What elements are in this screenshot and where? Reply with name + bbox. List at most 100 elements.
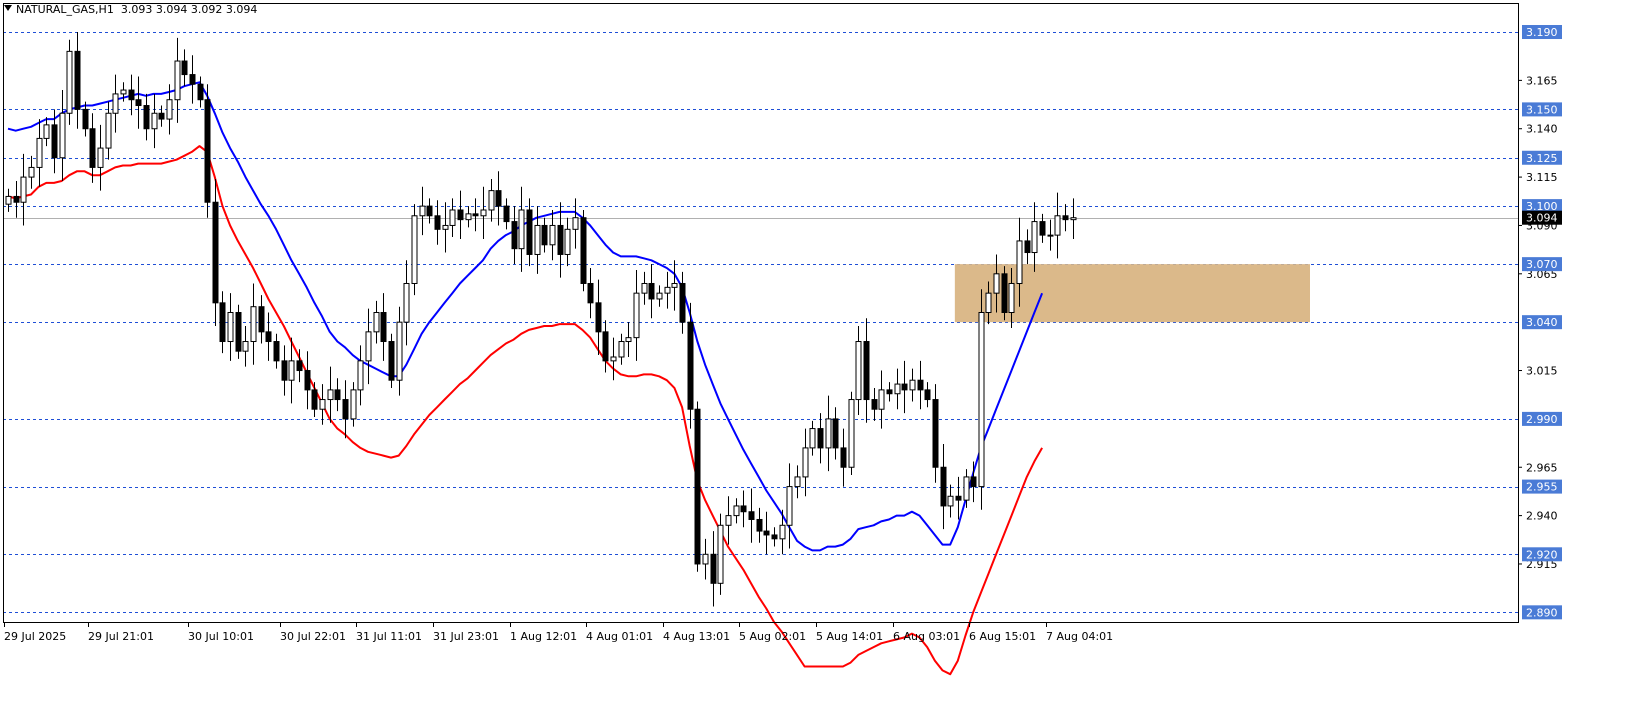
candle — [250, 283, 257, 365]
candle-body-bear — [924, 389, 931, 401]
candle-body-bear — [917, 379, 924, 391]
candle — [66, 39, 73, 125]
candle — [602, 320, 609, 373]
candle — [564, 217, 571, 267]
candle — [595, 279, 602, 356]
candle-body-bear — [197, 83, 204, 101]
candle-body-bear — [128, 89, 135, 101]
candle-body-bull — [1031, 221, 1038, 254]
candle — [1070, 198, 1077, 239]
candle — [572, 198, 579, 249]
candle-body-bull — [327, 389, 334, 401]
candle — [273, 333, 280, 369]
candle — [411, 204, 418, 296]
candle-body-bull — [419, 205, 426, 217]
candle — [5, 188, 12, 212]
time-tick-label: 31 Jul 11:01 — [356, 630, 422, 643]
candle-body-bear — [273, 341, 280, 362]
moving-average-line-2 — [7, 145, 1043, 676]
candle-body-bull — [794, 476, 801, 488]
candle — [756, 507, 763, 543]
candle — [365, 308, 372, 385]
candle — [181, 49, 188, 87]
price-tick-label: 2.965 — [1526, 461, 1558, 474]
candle — [204, 84, 211, 218]
candle-body-bull — [411, 215, 418, 284]
candle — [656, 285, 663, 307]
candle — [511, 206, 518, 265]
candle-body-bull — [97, 147, 104, 168]
level-label: 3.070 — [1526, 258, 1558, 271]
candle — [671, 260, 678, 311]
candle — [855, 326, 862, 416]
candle-body-bull — [373, 312, 380, 333]
candle-body-bear — [281, 360, 288, 381]
candle-body-bull — [227, 312, 234, 343]
candle-body-bull — [28, 166, 35, 178]
candle-body-bear — [158, 112, 165, 120]
candle — [442, 202, 449, 253]
candle — [633, 269, 640, 361]
candle — [143, 93, 150, 141]
candle — [28, 155, 35, 189]
candle — [1001, 266, 1008, 321]
time-tick-label: 1 Aug 12:01 — [510, 630, 577, 643]
candle-body-bear — [181, 60, 188, 76]
candle-body-bull — [564, 228, 571, 255]
candle-body-bear — [296, 360, 303, 372]
candle — [342, 380, 349, 439]
candle-body-bear — [457, 209, 464, 221]
candle-body-bear — [388, 341, 395, 381]
candle-body-bull — [909, 379, 916, 391]
candle-body-bear — [587, 282, 594, 304]
candle — [135, 76, 142, 129]
candle-body-bull — [319, 399, 326, 410]
candle — [717, 513, 724, 595]
candle — [763, 511, 770, 555]
candle — [947, 484, 954, 518]
candle-body-bull — [702, 553, 709, 565]
candle — [373, 300, 380, 344]
candle-body-bear — [955, 495, 962, 501]
candle-body-bull — [786, 486, 793, 526]
candle-body-bear — [679, 282, 686, 323]
candle — [840, 428, 847, 487]
candle — [304, 351, 311, 410]
candles-layer — [5, 32, 1077, 607]
candle-body-bear — [748, 511, 755, 520]
candle — [105, 101, 112, 160]
candle — [955, 476, 962, 520]
candle — [618, 333, 625, 365]
candle-body-bull — [963, 476, 970, 501]
candle — [457, 190, 464, 239]
candle — [932, 384, 939, 483]
candle-body-bull — [174, 60, 181, 101]
candle-body-bull — [725, 515, 732, 526]
candle — [549, 209, 556, 261]
candle-body-bull — [403, 282, 410, 323]
candle-body-bull — [120, 89, 127, 95]
price-chart[interactable]: 3.1653.1403.1153.0903.0653.0152.9652.940… — [0, 0, 1651, 705]
candle-body-bear — [817, 428, 824, 449]
time-tick-label: 31 Jul 23:01 — [433, 630, 499, 643]
level-label: 3.190 — [1526, 26, 1558, 39]
candle — [319, 384, 326, 425]
candle — [97, 124, 104, 191]
candle — [924, 382, 931, 408]
candle — [1024, 229, 1031, 265]
candle-body-bear — [311, 389, 318, 410]
candle — [580, 209, 587, 292]
candle — [281, 345, 288, 396]
level-label: 2.955 — [1526, 481, 1558, 494]
candle-body-bear — [863, 341, 870, 401]
candle — [848, 391, 855, 475]
candle-body-bear — [1039, 221, 1046, 236]
candle-body-bear — [212, 201, 219, 304]
candle — [940, 444, 947, 530]
candle — [518, 186, 525, 272]
time-tick-label: 4 Aug 13:01 — [663, 630, 730, 643]
candle-body-bull — [105, 112, 112, 149]
level-label: 3.150 — [1526, 103, 1558, 116]
candle-body-bull — [250, 306, 257, 343]
candle-body-bear — [771, 534, 778, 540]
